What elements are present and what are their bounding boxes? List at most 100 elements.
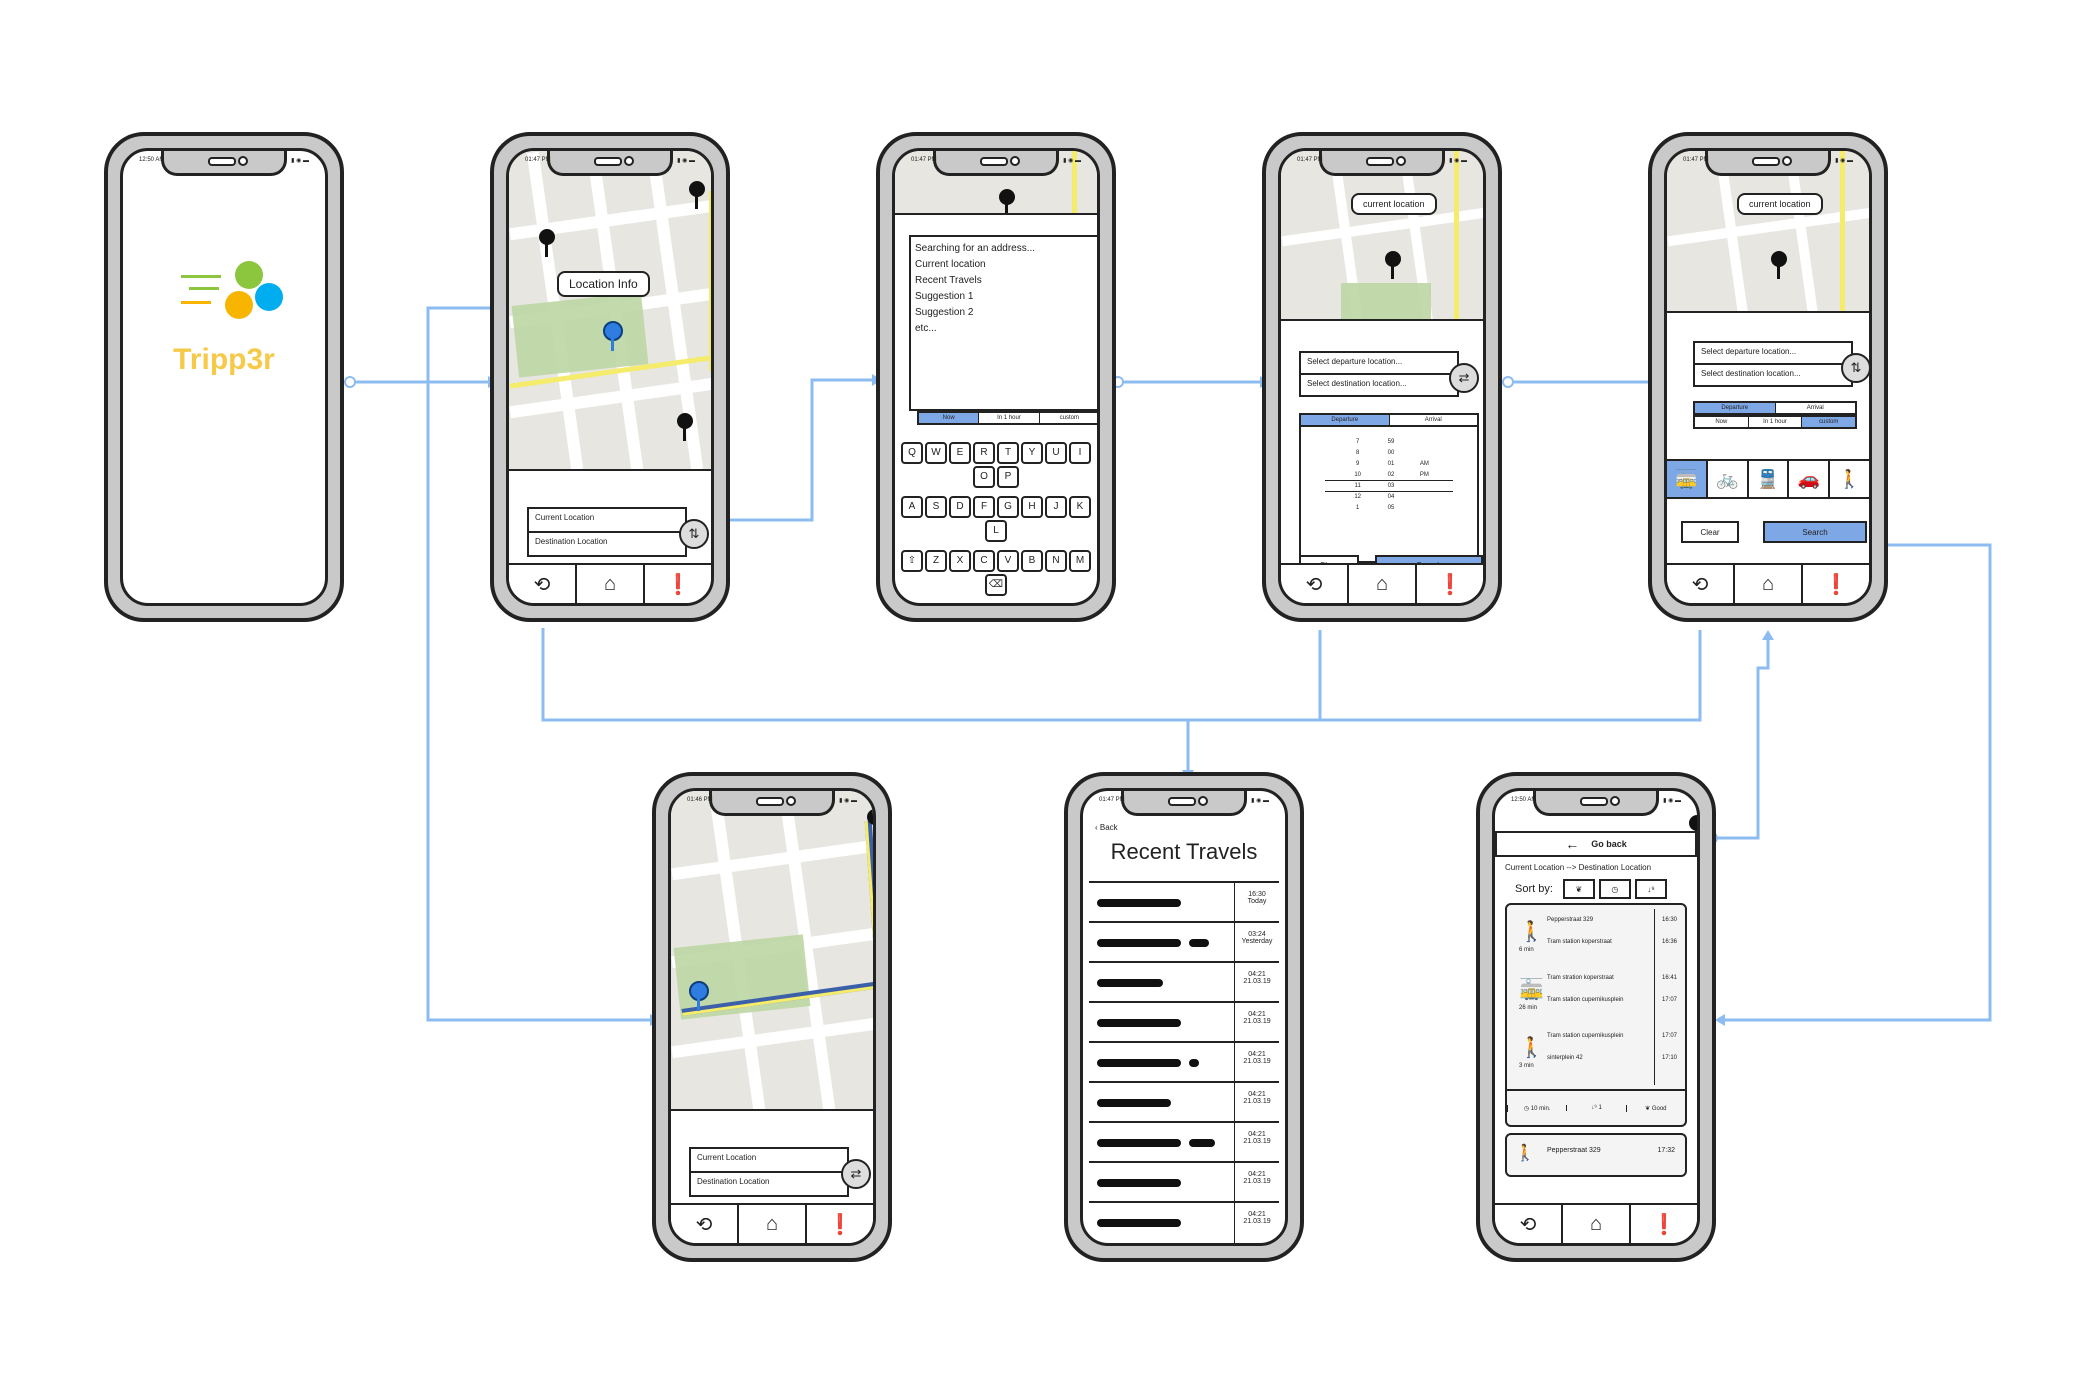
map-view[interactable]: Location Info	[509, 151, 711, 469]
tab-arrival[interactable]: Arrival	[1774, 403, 1855, 413]
key-x[interactable]: X	[949, 550, 971, 572]
map-pin-icon[interactable]	[1385, 251, 1401, 279]
map-view[interactable]: current location	[1281, 151, 1483, 319]
departure-field[interactable]: Select departure location...	[1299, 351, 1459, 375]
sort-time-icon[interactable]: ◷	[1598, 879, 1631, 899]
map-pin-icon[interactable]	[689, 181, 705, 209]
route-option-card[interactable]: 🚶 6 min Pepperstraat 329 Tram station koper…	[1505, 903, 1687, 1127]
key-z[interactable]: Z	[925, 550, 947, 572]
tab-custom[interactable]: custom	[1801, 417, 1856, 427]
history-icon[interactable]: ⟲	[671, 1205, 737, 1243]
time-wheel[interactable]: 7 59 8 00 9 01 AM 10 02 PM 11 03 12 04 1 05	[1341, 437, 1441, 514]
recent-travel-row[interactable]: 04:21 21.03.19	[1089, 1201, 1279, 1243]
key-i[interactable]: I	[1069, 442, 1091, 464]
current-location-field[interactable]: Current Location	[689, 1147, 849, 1173]
tab-custom[interactable]: custom	[1038, 413, 1097, 423]
history-icon[interactable]: ⟲	[1281, 565, 1347, 603]
tram-icon[interactable]: 🚋	[1667, 461, 1708, 497]
car-icon[interactable]: 🚗	[1789, 461, 1831, 497]
key-w[interactable]: W	[925, 442, 947, 464]
current-location-field[interactable]: Current Location	[527, 507, 687, 533]
tab-arrival[interactable]: Arrival	[1388, 415, 1477, 425]
suggestion-item[interactable]: Suggestion 1	[915, 289, 1097, 305]
key-a[interactable]: A	[901, 496, 923, 518]
history-icon[interactable]: ⟲	[1667, 565, 1733, 603]
recent-travel-row[interactable]: 04:21 21.03.19	[1089, 1041, 1279, 1083]
key-m[interactable]: M	[1069, 550, 1091, 572]
swap-button[interactable]: ⇄	[1449, 363, 1479, 393]
alert-icon[interactable]: ❗	[1629, 1205, 1697, 1243]
home-icon[interactable]: ⌂	[1733, 565, 1801, 603]
swap-button[interactable]: ⇄	[841, 1159, 871, 1189]
current-location-bubble[interactable]: current location	[1737, 193, 1823, 215]
swap-button[interactable]: ⇅	[1841, 353, 1869, 383]
recent-travel-row[interactable]: 03:24 Yesterday	[1089, 921, 1279, 963]
clear-button[interactable]: Clear	[1681, 521, 1739, 543]
tab-now[interactable]: Now	[919, 413, 979, 423]
tab-in-1-hour[interactable]: In 1 hour	[978, 413, 1039, 423]
destination-field[interactable]: Select destination location...	[1299, 373, 1459, 397]
key-j[interactable]: J	[1045, 496, 1067, 518]
key-g[interactable]: G	[997, 496, 1019, 518]
departure-field[interactable]: Select departure location...	[1693, 341, 1853, 365]
key-v[interactable]: V	[997, 550, 1019, 572]
map-pin-icon[interactable]	[999, 189, 1015, 213]
destination-location-field[interactable]: Destination Location	[689, 1171, 849, 1197]
home-icon[interactable]: ⌂	[1347, 565, 1415, 603]
space-key[interactable]: space	[995, 604, 1083, 606]
tab-now[interactable]: Now	[1695, 417, 1748, 427]
suggestion-item[interactable]: etc...	[915, 321, 1097, 337]
suggestion-item[interactable]: Recent Travels	[915, 273, 1097, 289]
numbers-key[interactable]: 123	[909, 604, 931, 606]
alert-icon[interactable]: ❗	[1415, 565, 1483, 603]
back-link[interactable]: ‹ Back	[1095, 823, 1118, 832]
destination-location-field[interactable]: Destination Location	[527, 531, 687, 557]
globe-icon[interactable]: ⊕	[938, 604, 960, 606]
picker-row[interactable]: 12 04	[1341, 492, 1441, 503]
key-q[interactable]: Q	[901, 442, 923, 464]
sort-eco-icon[interactable]: ❦	[1562, 879, 1595, 899]
current-location-bubble[interactable]: current location	[1351, 193, 1437, 215]
recent-travel-row[interactable]: 04:21 21.03.19	[1089, 1001, 1279, 1043]
swap-button[interactable]: ⇅	[679, 519, 709, 549]
home-icon[interactable]: ⌂	[575, 565, 643, 603]
history-icon[interactable]: ⟲	[1495, 1205, 1561, 1243]
alert-icon[interactable]: ❗	[643, 565, 711, 603]
map-pin-icon[interactable]	[539, 229, 555, 257]
key-y[interactable]: Y	[1021, 442, 1043, 464]
key-k[interactable]: K	[1069, 496, 1091, 518]
suggestion-item[interactable]: Suggestion 2	[915, 305, 1097, 321]
key-h[interactable]: H	[1021, 496, 1043, 518]
shift-key[interactable]: ⇧	[901, 550, 923, 572]
bike-icon[interactable]: 🚲	[1708, 461, 1749, 497]
key-o[interactable]: O	[973, 466, 995, 488]
key-u[interactable]: U	[1045, 442, 1067, 464]
search-button[interactable]: Search	[1763, 521, 1867, 543]
map-pin-icon[interactable]	[1771, 251, 1787, 279]
tab-departure[interactable]: Departure	[1301, 415, 1389, 425]
map-view[interactable]	[671, 791, 873, 1109]
key-t[interactable]: T	[997, 442, 1019, 464]
recent-travel-row[interactable]: 04:21 21.03.19	[1089, 961, 1279, 1003]
route-option-card[interactable]: 🚶 Pepperstraat 329 17:32	[1505, 1133, 1687, 1177]
home-icon[interactable]: ⌂	[1561, 1205, 1629, 1243]
recent-travel-row[interactable]: 16:30 Today	[1089, 881, 1279, 923]
map-pin-icon[interactable]	[677, 413, 693, 441]
tab-in-1-hour[interactable]: In 1 hour	[1747, 417, 1802, 427]
key-l[interactable]: L	[985, 520, 1007, 542]
recent-travel-row[interactable]: 04:21 21.03.19	[1089, 1081, 1279, 1123]
recent-travel-row[interactable]: 04:21 21.03.19	[1089, 1161, 1279, 1203]
home-icon[interactable]: ⌂	[737, 1205, 805, 1243]
key-s[interactable]: S	[925, 496, 947, 518]
picker-row[interactable]: 8 00	[1341, 448, 1441, 459]
start-pin-icon[interactable]	[689, 981, 709, 1011]
picker-row[interactable]: 7 59	[1341, 437, 1441, 448]
key-c[interactable]: C	[973, 550, 995, 572]
history-icon[interactable]: ⟲	[509, 565, 575, 603]
microphone-icon[interactable]: ♦	[966, 604, 988, 606]
search-placeholder[interactable]: Searching for an address...	[915, 241, 1097, 257]
suggestion-item[interactable]: Current location	[915, 257, 1097, 273]
recent-travel-row[interactable]: 04:21 21.03.19	[1089, 1121, 1279, 1163]
destination-field[interactable]: Select destination location...	[1693, 363, 1853, 387]
key-p[interactable]: P	[997, 466, 1019, 488]
